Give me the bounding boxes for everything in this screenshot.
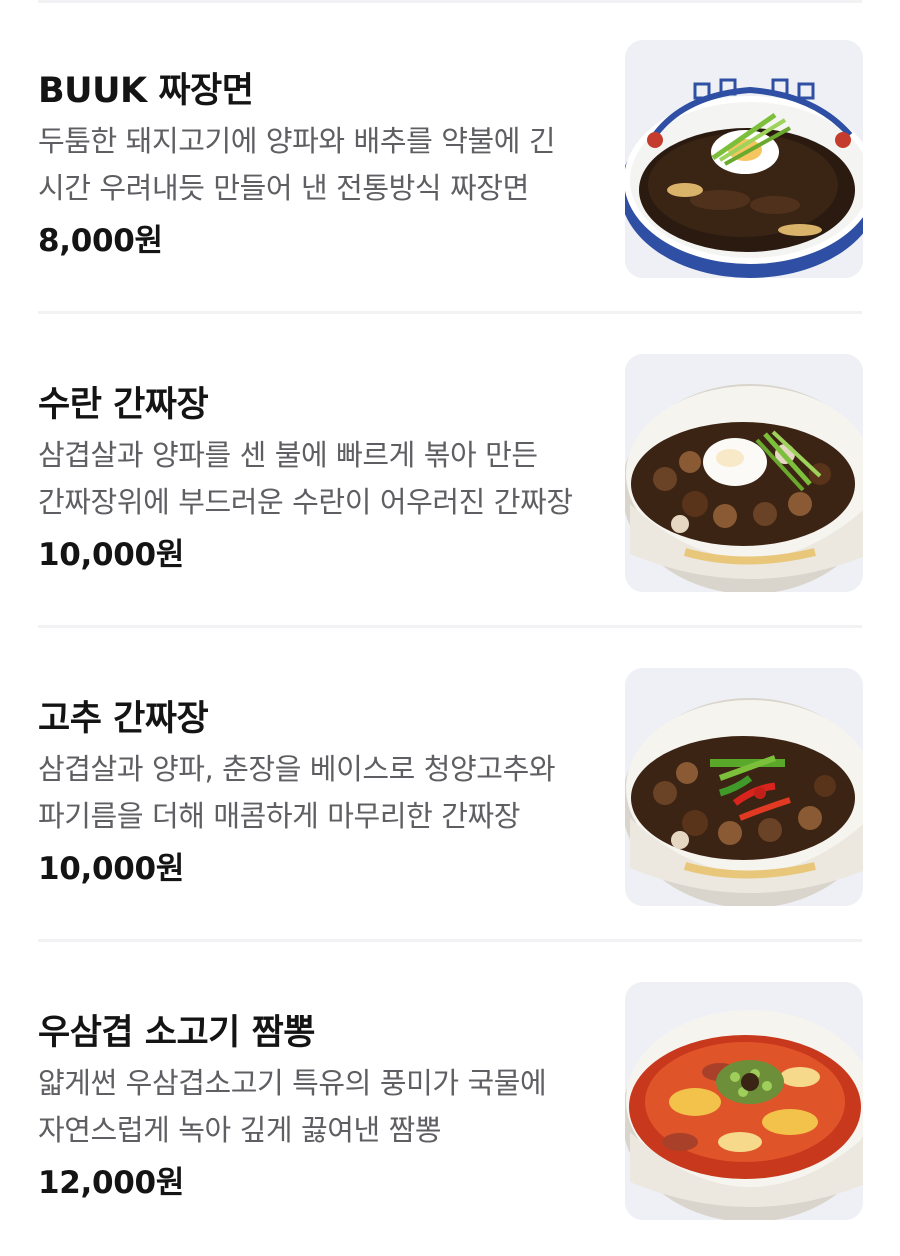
menu-item-description: 삼겹살과 양파를 센 불에 빠르게 볶아 만든 간짜장위에 부드러운 수란이 어… bbox=[38, 438, 573, 519]
menu-item-description: 삼겹살과 양파, 춘장을 베이스로 청양고추와 파기름을 더해 매콤하게 마무리… bbox=[38, 752, 556, 833]
menu-item-name: 수란 간짜장 bbox=[38, 385, 209, 425]
beef-jjamppong-illustration bbox=[625, 982, 863, 1220]
menu-item-pepper-ganjjajang[interactable]: 고추 간짜장 삼겹살과 양파, 춘장을 베이스로 청양고추와 파기름을 더해 매… bbox=[0, 628, 900, 942]
menu-item-name: BUUK 짜장면 bbox=[38, 71, 254, 111]
menu-item-price: 10,000원 bbox=[38, 851, 185, 887]
menu-item-price: 12,000원 bbox=[38, 1165, 185, 1201]
pepper-ganjjajang-image[interactable] bbox=[625, 668, 863, 906]
menu-item-name: 우삼겹 소고기 짬뽕 bbox=[38, 1013, 315, 1053]
poached-egg-ganjjajang-illustration bbox=[625, 354, 863, 592]
menu-item-name: 고추 간짜장 bbox=[38, 699, 209, 739]
menu-item-price: 10,000원 bbox=[38, 537, 185, 573]
pepper-ganjjajang-illustration bbox=[625, 668, 863, 906]
menu-item-beef-jjamppong[interactable]: 우삼겹 소고기 짬뽕 얇게썬 우삼겹소고기 특유의 풍미가 국물에 자연스럽게 … bbox=[0, 942, 900, 1256]
menu-item-description: 얇게썬 우삼겹소고기 특유의 풍미가 국물에 자연스럽게 녹아 깊게 끓여낸 짬… bbox=[38, 1066, 547, 1147]
menu-item-poached-egg-ganjjajang[interactable]: 수란 간짜장 삼겹살과 양파를 센 불에 빠르게 볶아 만든 간짜장위에 부드러… bbox=[0, 314, 900, 628]
menu-item-description: 두툼한 돼지고기에 양파와 배추를 약불에 긴 시간 우려내듯 만들어 낸 전통… bbox=[38, 124, 556, 205]
jjajangmyeon-bowl-image[interactable] bbox=[625, 40, 863, 278]
beef-jjamppong-image[interactable] bbox=[625, 982, 863, 1220]
jjajangmyeon-bowl-illustration bbox=[625, 40, 863, 278]
menu-item-jjajangmyeon[interactable]: BUUK 짜장면 두툼한 돼지고기에 양파와 배추를 약불에 긴 시간 우려내듯… bbox=[0, 0, 900, 314]
menu-item-price: 8,000원 bbox=[38, 223, 163, 259]
poached-egg-ganjjajang-image[interactable] bbox=[625, 354, 863, 592]
